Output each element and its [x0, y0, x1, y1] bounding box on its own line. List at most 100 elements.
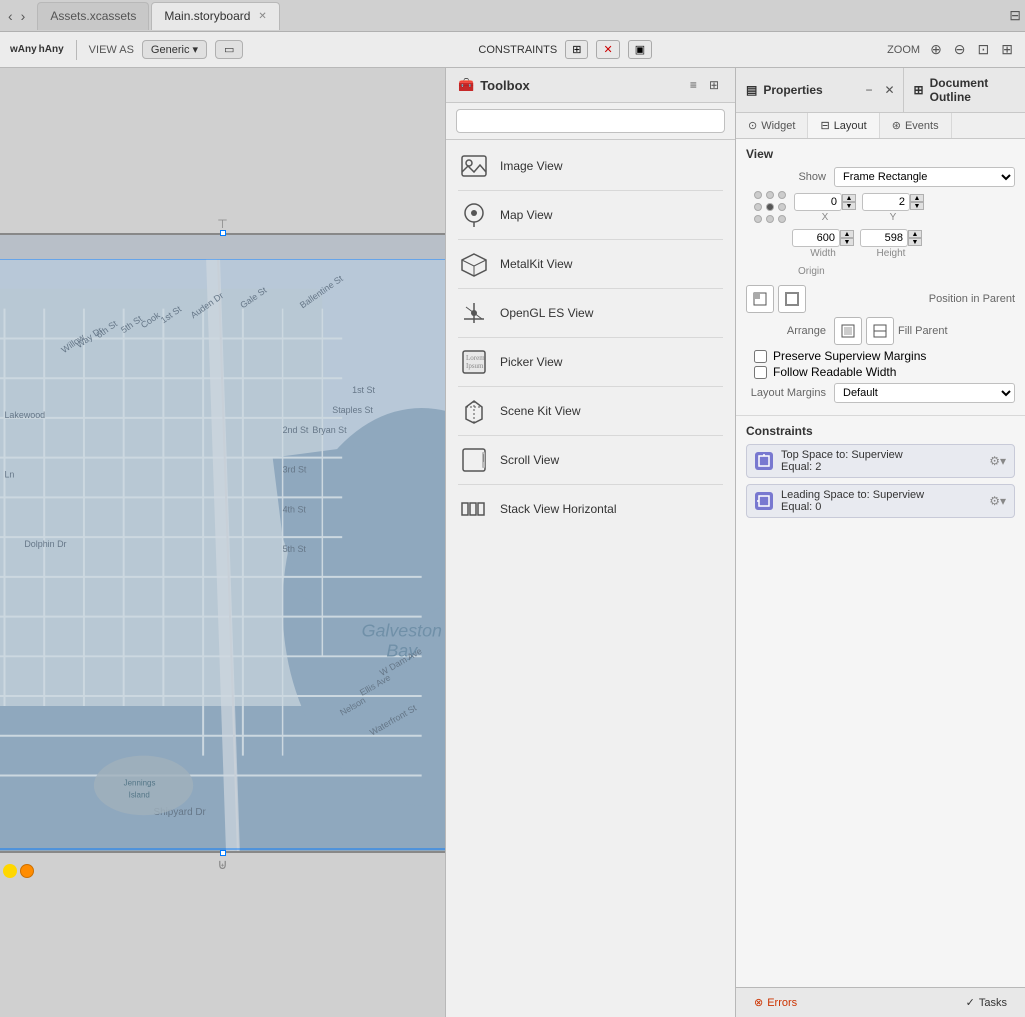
- x-decrement[interactable]: ▼: [842, 202, 856, 210]
- tab-assets[interactable]: Assets.xcassets: [37, 2, 149, 30]
- constraint-top-anchor: ⊤: [217, 217, 227, 231]
- pos-icon-1[interactable]: [746, 285, 774, 313]
- constraint-top-gear[interactable]: ⚙▾: [989, 454, 1006, 468]
- remove-constraints-button[interactable]: ✕: [596, 40, 619, 59]
- width-label: Width: [810, 248, 836, 259]
- constraints-label: CONSTRAINTS: [478, 44, 557, 56]
- tasks-button[interactable]: ✓ Tasks: [958, 994, 1015, 1011]
- layout-margins-select[interactable]: Default: [834, 383, 1015, 403]
- add-constraints-button[interactable]: ⊞: [565, 40, 588, 59]
- dot-ml[interactable]: [754, 203, 762, 211]
- y-increment[interactable]: ▲: [910, 194, 924, 202]
- x-increment[interactable]: ▲: [842, 194, 856, 202]
- pos-icon-2[interactable]: [778, 285, 806, 313]
- show-control[interactable]: Frame Rectangle: [834, 167, 1015, 187]
- show-select[interactable]: Frame Rectangle: [834, 167, 1015, 187]
- preserve-superview-checkbox[interactable]: [754, 350, 767, 363]
- height-stepper[interactable]: ▲ ▼: [908, 230, 922, 246]
- dot-tc[interactable]: [766, 191, 774, 199]
- follow-readable-checkbox[interactable]: [754, 366, 767, 379]
- dot-mr[interactable]: [778, 203, 786, 211]
- nav-forward-button[interactable]: ›: [17, 6, 30, 26]
- nav-back-button[interactable]: ‹: [4, 6, 17, 26]
- toolbox-item-scenekit-view[interactable]: Scene Kit View: [446, 389, 735, 433]
- y-input[interactable]: 2: [862, 193, 910, 211]
- zoom-in-button[interactable]: ⊕: [928, 39, 944, 60]
- toolbox-item-scenekit-label: Scene Kit View: [500, 404, 581, 418]
- scroll-view-icon: [458, 444, 490, 476]
- view-section: View Show Frame Rectangle: [736, 139, 1025, 416]
- svg-text:Ln: Ln: [4, 469, 14, 479]
- tab-assets-label: Assets.xcassets: [50, 9, 136, 23]
- tab-events[interactable]: ⊛ Events: [880, 113, 952, 138]
- tab-close-button[interactable]: ✕: [258, 11, 266, 22]
- properties-panel: ▤ Properties − ✕ ⊞ Document Outline ⊙ Wi…: [735, 68, 1025, 1017]
- toolbox-item-map-view[interactable]: Map View: [446, 193, 735, 237]
- arrange-icon-2[interactable]: [866, 317, 894, 345]
- toolbox-item-stackview[interactable]: Stack View Horizontal: [446, 487, 735, 531]
- props-icon: ▤: [746, 83, 757, 97]
- toolbox-grid-view-button[interactable]: ⊞: [705, 76, 723, 94]
- props-minimize-button[interactable]: −: [861, 81, 876, 99]
- follow-readable-row: Follow Readable Width: [754, 365, 1015, 379]
- constraint-leading-space: Leading Space to: Superview Equal: 0 ⚙▾: [746, 484, 1015, 518]
- origin-grid[interactable]: [754, 191, 788, 225]
- errors-button[interactable]: ⊗ Errors: [746, 994, 805, 1011]
- dot-tr[interactable]: [778, 191, 786, 199]
- toolbox-search-input[interactable]: [456, 109, 725, 133]
- zoom-fit-button[interactable]: ⊡: [976, 39, 992, 60]
- y-stepper[interactable]: ▲ ▼: [910, 194, 924, 210]
- tab-widget[interactable]: ⊙ Widget: [736, 113, 808, 138]
- dot-bl[interactable]: [754, 215, 762, 223]
- dot-mc[interactable]: [766, 203, 774, 211]
- width-input[interactable]: 600: [792, 229, 840, 247]
- x-input[interactable]: 0: [794, 193, 842, 211]
- x-stepper[interactable]: ▲ ▼: [842, 194, 856, 210]
- view-section-title: View: [746, 147, 1015, 161]
- layout-margins-control[interactable]: Default: [834, 383, 1015, 403]
- device-icon-button[interactable]: ▭: [215, 40, 243, 59]
- height-label: Height: [877, 248, 906, 259]
- size-control[interactable]: wAny hAny: [10, 44, 64, 55]
- map-view: Galveston Bay Willow Way Dr 6th St 5th S…: [0, 259, 445, 851]
- height-increment[interactable]: ▲: [908, 230, 922, 238]
- dot-br[interactable]: [778, 215, 786, 223]
- toolbox-controls: ≡ ⊞: [686, 76, 723, 94]
- toolbox-item-opengl-view[interactable]: OpenGL ES View: [446, 291, 735, 335]
- fill-parent-label: Fill Parent: [898, 325, 948, 337]
- canvas-area[interactable]: ⊤ Carrier 📶 ■: [0, 68, 445, 1017]
- arrange-icon-1[interactable]: [834, 317, 862, 345]
- width-decrement[interactable]: ▼: [840, 238, 854, 246]
- height-decrement[interactable]: ▼: [908, 238, 922, 246]
- props-header: ▤ Properties − ✕ ⊞ Document Outline: [736, 68, 1025, 113]
- toolbox-item-picker-view[interactable]: Lorem Ipsum Picker View: [446, 340, 735, 384]
- scenekit-view-icon: [458, 395, 490, 427]
- toolbox-list-view-button[interactable]: ≡: [686, 76, 701, 94]
- generic-button[interactable]: Generic ▾: [142, 40, 207, 59]
- zoom-out-button[interactable]: ⊖: [952, 39, 968, 60]
- tab-layout[interactable]: ⊟ Layout: [808, 113, 879, 138]
- width-stepper[interactable]: ▲ ▼: [840, 230, 854, 246]
- toolbox-item-scroll-view[interactable]: Scroll View: [446, 438, 735, 482]
- dot-tl[interactable]: [754, 191, 762, 199]
- height-input[interactable]: 598: [860, 229, 908, 247]
- resolve-constraints-button[interactable]: ▣: [628, 40, 652, 59]
- arrange-icons[interactable]: [834, 317, 894, 345]
- zoom-fill-button[interactable]: ⊞: [999, 39, 1015, 60]
- constraint-leading-gear[interactable]: ⚙▾: [989, 494, 1006, 508]
- width-increment[interactable]: ▲: [840, 230, 854, 238]
- generic-label: Generic: [151, 44, 190, 56]
- toolbox-item-image-view[interactable]: Image View: [446, 144, 735, 188]
- separator-1: [76, 40, 77, 60]
- props-close-button[interactable]: ✕: [880, 81, 898, 99]
- toolbox-item-metalkit-label: MetalKit View: [500, 257, 572, 271]
- svg-text:Lakewood: Lakewood: [4, 409, 45, 419]
- origin-label: Origin: [798, 266, 825, 277]
- toolbox-item-metalkit-view[interactable]: MetalKit View: [446, 242, 735, 286]
- doc-outline-header[interactable]: ⊞ Document Outline: [903, 68, 1025, 112]
- panel-toggle-button[interactable]: ⊟: [1009, 7, 1021, 24]
- dot-bc[interactable]: [766, 215, 774, 223]
- position-icons[interactable]: [746, 285, 806, 313]
- y-decrement[interactable]: ▼: [910, 202, 924, 210]
- tab-storyboard[interactable]: Main.storyboard ✕: [151, 2, 279, 30]
